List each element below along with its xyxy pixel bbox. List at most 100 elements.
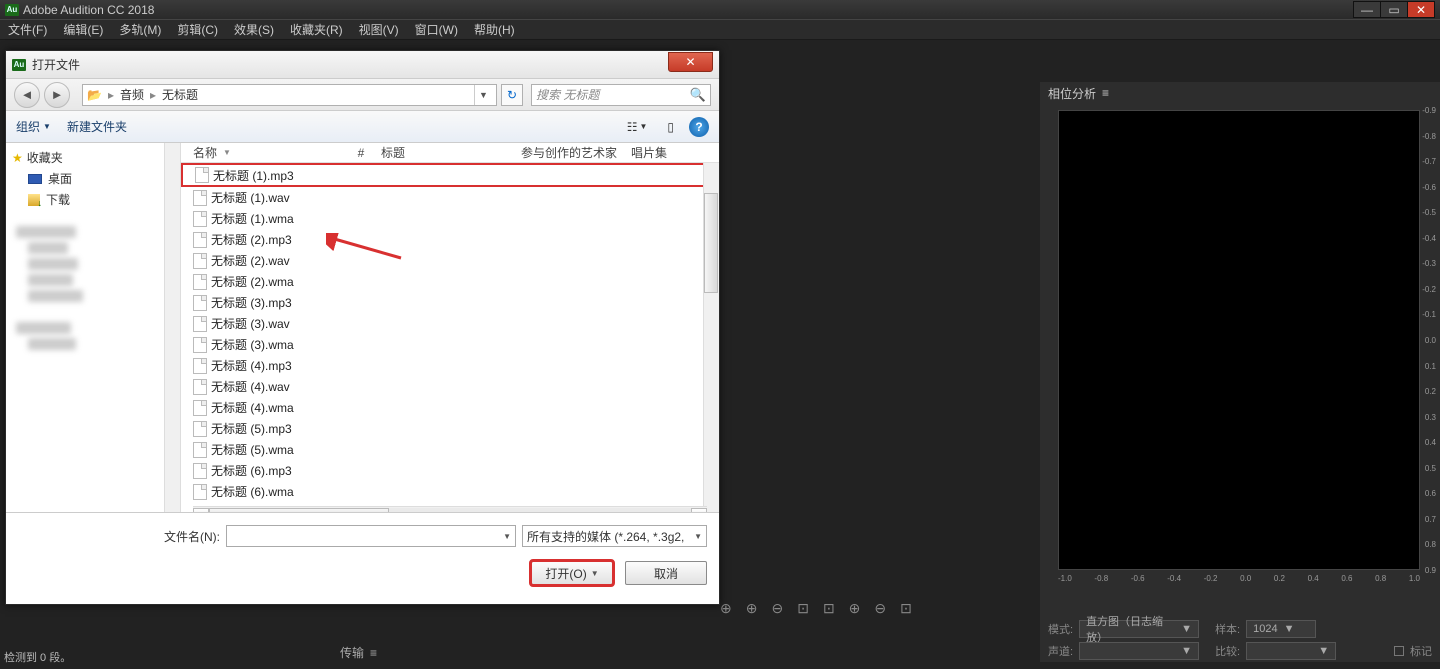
menu-clip[interactable]: 剪辑(C) (173, 21, 222, 38)
file-icon (193, 274, 207, 290)
view-mode-button[interactable]: ☷ ▼ (622, 118, 653, 136)
sidebar-item-downloads[interactable]: 下载 (6, 189, 180, 210)
zoom-in2-icon[interactable]: ⊕ (849, 600, 861, 617)
mark-checkbox[interactable] (1394, 646, 1404, 656)
window-minimize-button[interactable]: — (1353, 1, 1381, 18)
dialog-titlebar[interactable]: Au 打开文件 ✕ (6, 51, 719, 79)
file-name-label: 无标题 (1).mp3 (213, 167, 294, 184)
file-row[interactable]: 无标题 (4).mp3 (181, 355, 719, 376)
mode-select[interactable]: 直方图（日志缩放）▼ (1079, 620, 1199, 638)
sidebar-scrollbar[interactable] (164, 143, 180, 512)
zoom-tool-icons: ⊕ ⊕ ⊖ ⊡ ⊡ ⊕ ⊖ ⊡ (720, 600, 912, 617)
menu-help[interactable]: 帮助(H) (470, 21, 519, 38)
phase-analysis-panel: 相位分析 ≡ -0.9-0.8-0.7-0.6-0.5-0.4-0.3-0.2-… (1040, 82, 1440, 662)
file-name-label: 无标题 (2).wav (211, 252, 290, 269)
preview-pane-button[interactable]: ▯ (662, 118, 679, 136)
open-button[interactable]: 打开(O)▼ (531, 561, 613, 585)
file-row[interactable]: 无标题 (5).wma (181, 439, 719, 460)
search-icon[interactable]: 🔍 (690, 87, 706, 103)
sample-label: 样本: (1215, 621, 1240, 637)
file-name-label: 无标题 (4).wav (211, 378, 290, 395)
file-row[interactable]: 无标题 (6).wma (181, 481, 719, 502)
hamburger-icon[interactable]: ≡ (1102, 86, 1109, 100)
file-row[interactable]: 无标题 (3).mp3 (181, 292, 719, 313)
file-row[interactable]: 无标题 (6).mp3 (181, 460, 719, 481)
file-icon (195, 167, 209, 183)
menu-window[interactable]: 窗口(W) (411, 21, 462, 38)
file-name-label: 无标题 (5).mp3 (211, 420, 292, 437)
address-drop-icon[interactable]: ▼ (474, 85, 492, 105)
hamburger-icon[interactable]: ≡ (370, 646, 377, 660)
zoom-sel-icon[interactable]: ⊡ (823, 600, 835, 617)
search-input[interactable]: 搜索 无标题 🔍 (531, 84, 711, 106)
nav-back-button[interactable]: ◄ (14, 82, 40, 108)
breadcrumb-1[interactable]: 音频 (120, 86, 144, 103)
nav-forward-button[interactable]: ► (44, 82, 70, 108)
zoom-out2-icon[interactable]: ⊖ (874, 600, 886, 617)
file-icon (193, 484, 207, 500)
file-icon (193, 295, 207, 311)
column-headers[interactable]: 名称▼ # 标题 参与创作的艺术家 唱片集 (181, 143, 719, 163)
file-row[interactable]: 无标题 (2).wma (181, 271, 719, 292)
zoom-out-icon[interactable]: ⊖ (771, 600, 783, 617)
window-maximize-button[interactable]: ▭ (1380, 1, 1408, 18)
file-list-vscrollbar[interactable] (703, 163, 719, 512)
phase-xaxis: -1.0-0.8-0.6-0.4-0.20.00.20.40.60.81.0 (1058, 574, 1420, 583)
file-row[interactable]: 无标题 (2).mp3 (181, 229, 719, 250)
channel-label: 声道: (1048, 643, 1073, 659)
cancel-button[interactable]: 取消 (625, 561, 707, 585)
file-icon (193, 379, 207, 395)
file-name-label: 无标题 (4).wma (211, 399, 294, 416)
file-name-label: 无标题 (5).wma (211, 441, 294, 458)
zoom-full-icon[interactable]: ⊡ (900, 600, 912, 617)
zoom-in-icon[interactable]: ⊕ (746, 600, 758, 617)
filename-label: 文件名(N): (164, 528, 220, 545)
window-close-button[interactable]: ✕ (1407, 1, 1435, 18)
breadcrumb-2[interactable]: 无标题 (162, 86, 198, 103)
file-icon (193, 337, 207, 353)
sample-select[interactable]: 1024▼ (1246, 620, 1316, 638)
file-row[interactable]: 无标题 (1).wma (181, 208, 719, 229)
file-list-hscrollbar[interactable]: ◄► (193, 506, 707, 512)
phase-yaxis: -0.9-0.8-0.7-0.6-0.5-0.4-0.3-0.2-0.10.00… (1420, 110, 1436, 570)
zoom-fit-icon[interactable]: ⊡ (797, 600, 809, 617)
star-icon: ★ (12, 151, 23, 165)
hand-tool-icon[interactable]: ⊕ (720, 600, 732, 617)
app-title: Adobe Audition CC 2018 (23, 3, 154, 17)
dialog-sidebar: ★收藏夹 桌面 下载 (6, 143, 181, 512)
phase-display (1058, 110, 1420, 570)
refresh-button[interactable]: ↻ (501, 84, 523, 106)
file-row[interactable]: 无标题 (2).wav (181, 250, 719, 271)
menu-file[interactable]: 文件(F) (4, 21, 51, 38)
file-name-label: 无标题 (1).wav (211, 189, 290, 206)
sidebar-item-desktop[interactable]: 桌面 (6, 168, 180, 189)
file-row[interactable]: 无标题 (3).wma (181, 334, 719, 355)
compare-label: 比较: (1215, 643, 1240, 659)
menu-multitrack[interactable]: 多轨(M) (115, 21, 165, 38)
file-name-label: 无标题 (6).mp3 (211, 462, 292, 479)
file-row[interactable]: 无标题 (3).wav (181, 313, 719, 334)
menu-favorites[interactable]: 收藏夹(R) (286, 21, 347, 38)
file-row[interactable]: 无标题 (1).wav (181, 187, 719, 208)
address-bar[interactable]: 📂 ▸ 音频 ▸ 无标题 ▼ (82, 84, 497, 106)
compare-select[interactable]: ▼ (1246, 642, 1336, 660)
dialog-close-button[interactable]: ✕ (668, 52, 713, 72)
filetype-select[interactable]: 所有支持的媒体 (*.264, *.3g2,▼ (522, 525, 707, 547)
file-icon (193, 190, 207, 206)
file-row[interactable]: 无标题 (5).mp3 (181, 418, 719, 439)
organize-button[interactable]: 组织 ▼ (16, 118, 51, 135)
file-row[interactable]: 无标题 (4).wav (181, 376, 719, 397)
file-list: 名称▼ # 标题 参与创作的艺术家 唱片集 无标题 (1).mp3 无标题 (1)… (181, 143, 719, 512)
menu-effects[interactable]: 效果(S) (230, 21, 278, 38)
new-folder-button[interactable]: 新建文件夹 (67, 118, 127, 135)
sidebar-favorites-header[interactable]: ★收藏夹 (6, 147, 180, 168)
file-row[interactable]: 无标题 (4).wma (181, 397, 719, 418)
filename-input[interactable]: ▼ (226, 525, 516, 547)
menu-view[interactable]: 视图(V) (355, 21, 403, 38)
menu-edit[interactable]: 编辑(E) (59, 21, 107, 38)
file-icon (193, 253, 207, 269)
file-row[interactable]: 无标题 (1).mp3 (181, 163, 719, 187)
channel-select[interactable]: ▼ (1079, 642, 1199, 660)
app-menubar: 文件(F) 编辑(E) 多轨(M) 剪辑(C) 效果(S) 收藏夹(R) 视图(… (0, 19, 1440, 40)
help-button[interactable]: ? (689, 117, 709, 137)
